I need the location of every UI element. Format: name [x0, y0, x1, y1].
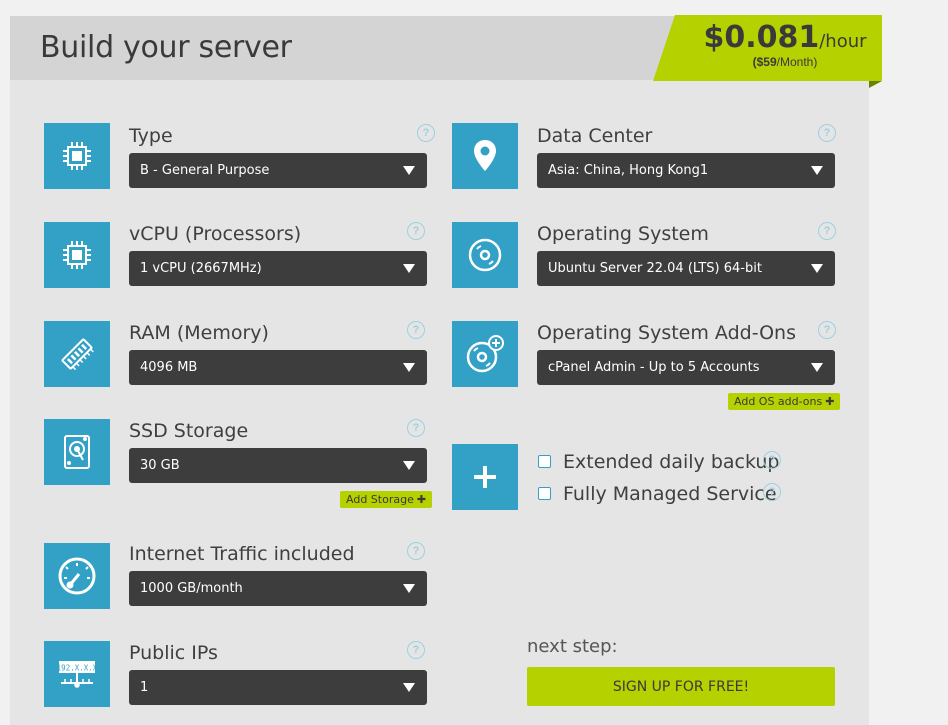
hourly-price: $0.081/hour: [695, 20, 875, 55]
processor-icon: [44, 222, 110, 288]
hard-drive-icon: [44, 419, 110, 485]
plus-icon: [452, 444, 518, 510]
add-storage-label: Add Storage: [346, 493, 414, 506]
traffic-select[interactable]: 1000 GB/month: [129, 571, 427, 606]
extended-backup-checkbox[interactable]: [538, 455, 551, 468]
managed-help-icon[interactable]: ?: [763, 483, 781, 501]
datacenter-help-icon[interactable]: ?: [818, 124, 836, 142]
chevron-down-icon: [403, 363, 415, 372]
traffic-label: Internet Traffic included: [129, 543, 355, 565]
os-help-icon[interactable]: ?: [818, 222, 836, 240]
vcpu-help-icon[interactable]: ?: [407, 222, 425, 240]
type-select[interactable]: B - General Purpose: [129, 153, 427, 188]
hourly-price-unit: /hour: [819, 31, 867, 52]
signup-button[interactable]: SIGN UP FOR FREE!: [527, 667, 835, 706]
vcpu-select-value: 1 vCPU (2667MHz): [140, 261, 262, 276]
ips-select[interactable]: 1: [129, 670, 427, 705]
chevron-down-icon: [811, 264, 823, 273]
monthly-price: ($59/Month): [695, 55, 875, 69]
datacenter-select[interactable]: Asia: China, Hong Kong1: [537, 153, 835, 188]
add-os-addons-label: Add OS add-ons: [734, 395, 823, 408]
ram-select-value: 4096 MB: [140, 360, 198, 375]
vcpu-label: vCPU (Processors): [129, 223, 302, 245]
os-label: Operating System: [537, 223, 709, 245]
os-select-value: Ubuntu Server 22.04 (LTS) 64-bit: [548, 261, 762, 276]
chevron-down-icon: [811, 363, 823, 372]
managed-service-checkbox[interactable]: [538, 487, 551, 500]
type-label: Type: [129, 125, 173, 147]
chip-icon: [44, 123, 110, 189]
ip-network-icon: 192.X.X.X: [44, 641, 110, 707]
traffic-select-value: 1000 GB/month: [140, 581, 243, 596]
ssd-help-icon[interactable]: ?: [407, 419, 425, 437]
ssd-label: SSD Storage: [129, 420, 249, 442]
monthly-price-unit: /Month): [776, 55, 818, 69]
next-step-label: next step:: [527, 636, 618, 657]
chevron-down-icon: [403, 584, 415, 593]
add-storage-button[interactable]: Add Storage ✚: [340, 491, 433, 508]
os-select[interactable]: Ubuntu Server 22.04 (LTS) 64-bit: [537, 251, 835, 286]
chevron-down-icon: [403, 461, 415, 470]
ssd-select-value: 30 GB: [140, 458, 180, 473]
chevron-down-icon: [403, 683, 415, 692]
plus-icon: ✚: [416, 493, 427, 506]
page-title: Build your server: [40, 30, 292, 65]
os-addons-select-value: cPanel Admin - Up to 5 Accounts: [548, 360, 760, 375]
os-addons-label: Operating System Add-Ons: [537, 322, 796, 344]
datacenter-select-value: Asia: China, Hong Kong1: [548, 163, 709, 178]
memory-icon: [44, 321, 110, 387]
hourly-price-amount: $0.081: [703, 20, 820, 55]
server-builder-panel: Build your server $0.081/hour ($59/Month…: [10, 15, 882, 725]
ram-select[interactable]: 4096 MB: [129, 350, 427, 385]
plus-icon: ✚: [825, 395, 835, 408]
managed-service-label[interactable]: Fully Managed Service: [563, 483, 777, 505]
ram-help-icon[interactable]: ?: [407, 321, 425, 339]
datacenter-label: Data Center: [537, 125, 653, 147]
price-tag-fold: [869, 81, 882, 88]
speedometer-icon: [44, 543, 110, 609]
map-pin-icon: [452, 123, 518, 189]
os-addons-select[interactable]: cPanel Admin - Up to 5 Accounts: [537, 350, 835, 385]
ssd-select[interactable]: 30 GB: [129, 448, 427, 483]
ip-icon-text: 192.X.X.X: [57, 664, 98, 673]
disc-plus-icon: [452, 321, 518, 387]
add-os-addons-button[interactable]: Add OS add-ons ✚: [728, 393, 841, 410]
traffic-help-icon[interactable]: ?: [407, 542, 425, 560]
extended-backup-label[interactable]: Extended daily backup: [563, 451, 780, 473]
backup-help-icon[interactable]: ?: [763, 451, 781, 469]
type-help-icon[interactable]: ?: [417, 124, 435, 142]
ips-help-icon[interactable]: ?: [407, 641, 425, 659]
chevron-down-icon: [403, 166, 415, 175]
ips-select-value: 1: [140, 680, 149, 695]
type-select-value: B - General Purpose: [140, 163, 270, 178]
monthly-price-amount: ($59: [752, 55, 777, 69]
vcpu-select[interactable]: 1 vCPU (2667MHz): [129, 251, 427, 286]
chevron-down-icon: [403, 264, 415, 273]
ips-label: Public IPs: [129, 642, 218, 664]
chevron-down-icon: [811, 166, 823, 175]
ram-label: RAM (Memory): [129, 322, 269, 344]
os-addons-help-icon[interactable]: ?: [818, 321, 836, 339]
disc-icon: [452, 222, 518, 288]
